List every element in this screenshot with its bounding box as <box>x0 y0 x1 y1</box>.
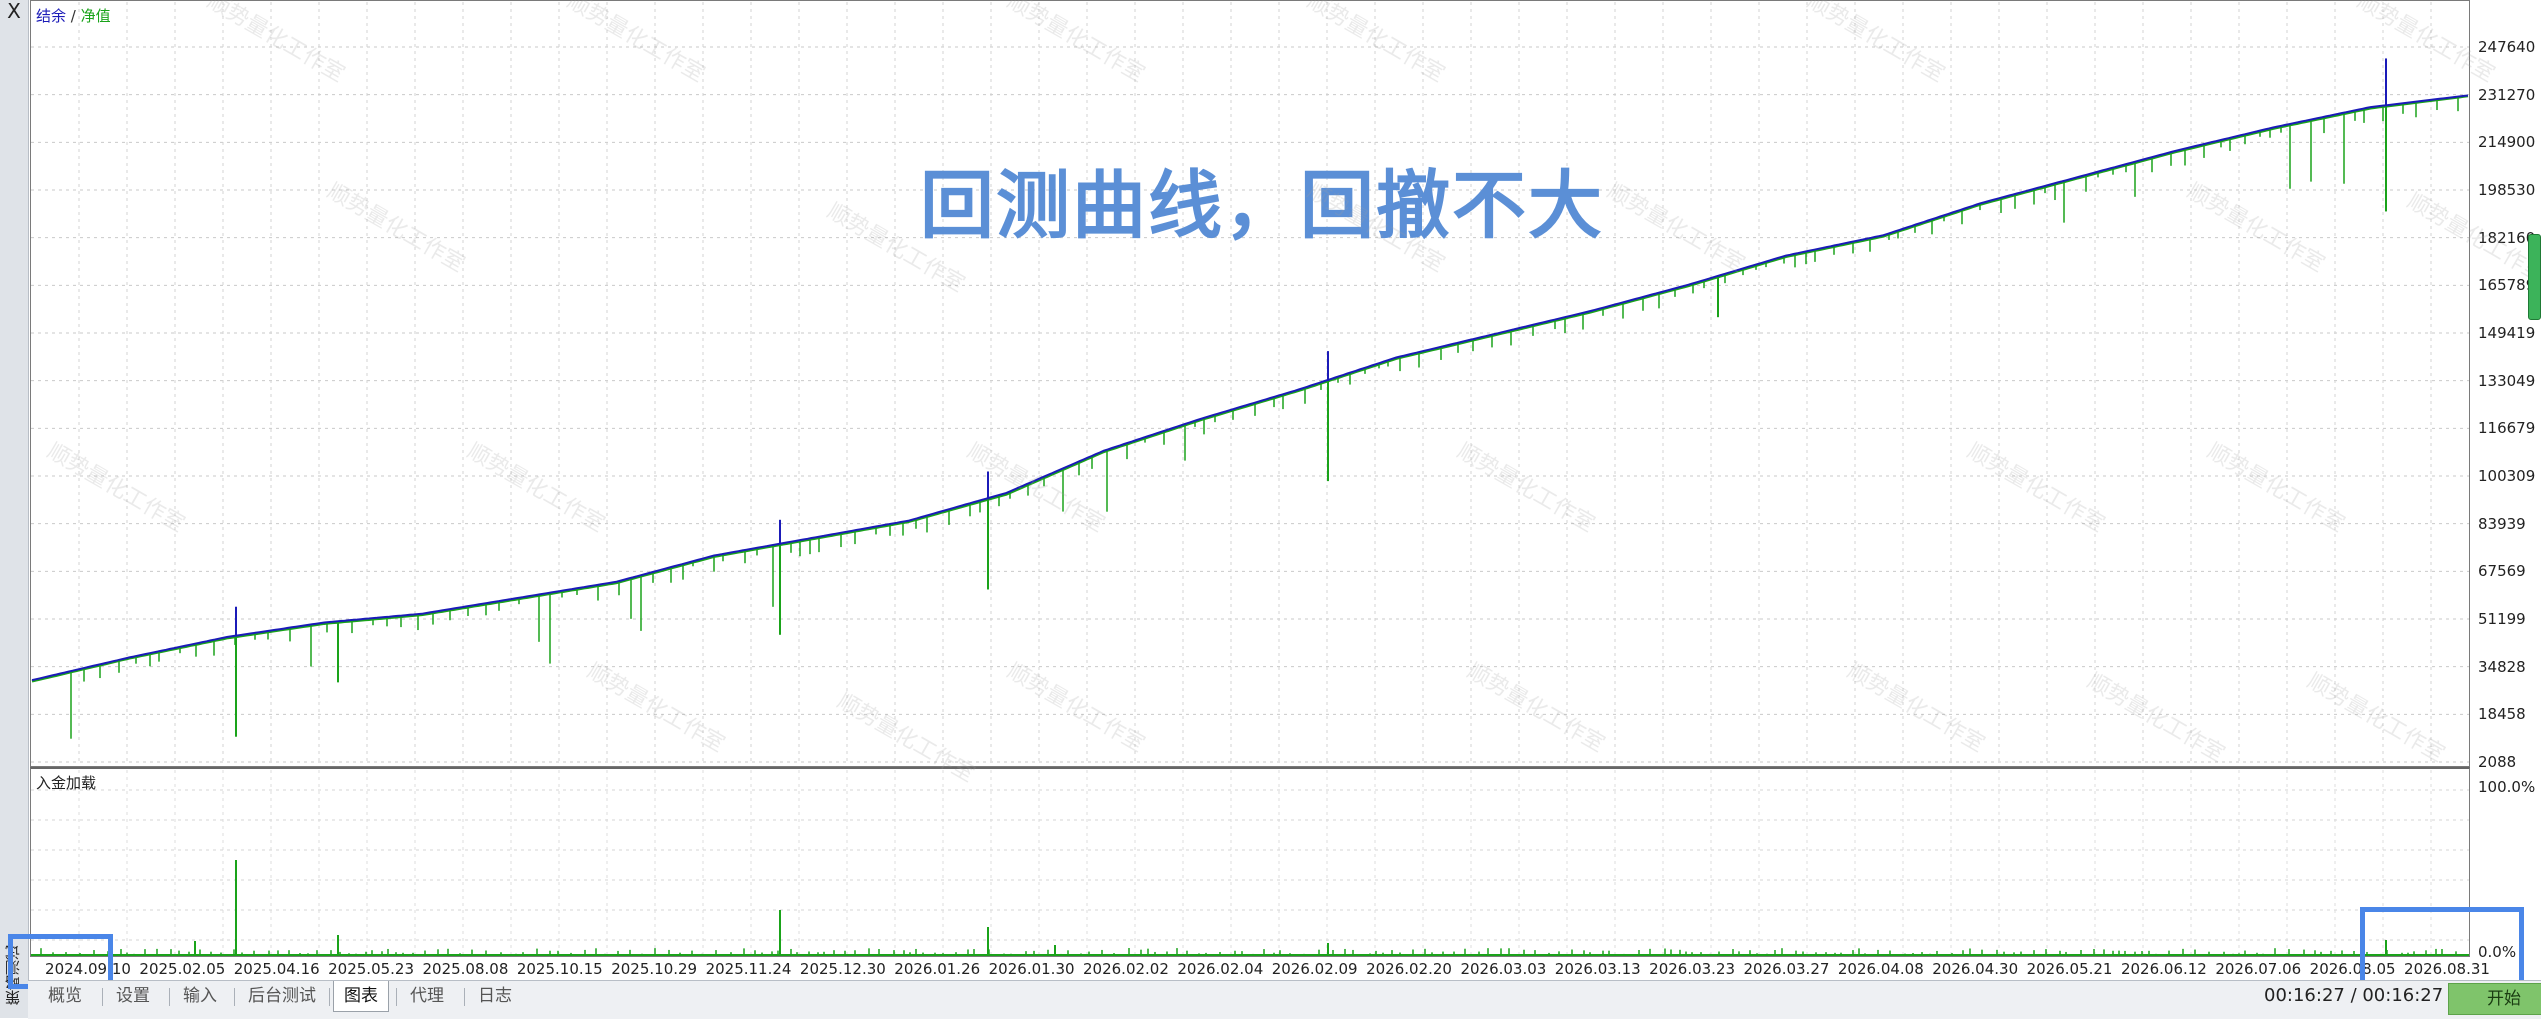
legend-separator: / <box>70 7 76 25</box>
tab-6[interactable]: 日志 <box>468 981 522 1011</box>
y-tick-label: 133049 <box>2478 371 2536 390</box>
sub-y-tick-label: 100.0% <box>2478 778 2536 796</box>
y-tick-label: 149419 <box>2478 324 2536 342</box>
legend-balance: 结余 <box>36 7 67 25</box>
tab-5[interactable]: 代理 <box>400 981 454 1011</box>
vertical-scrollbar-thumb[interactable] <box>2528 234 2541 320</box>
tab-divider <box>464 988 465 1006</box>
start-button[interactable]: 开始 <box>2448 983 2541 1015</box>
elapsed-timer: 00:16:27 / 00:16:27 <box>2264 985 2444 1006</box>
tab-4[interactable]: 图表 <box>333 981 389 1012</box>
sub-chart-title: 入金加载 <box>36 774 97 792</box>
y-tick-label: 34828 <box>2478 657 2526 676</box>
y-tick-label: 198530 <box>2478 181 2536 199</box>
tab-divider <box>234 988 235 1006</box>
legend-equity: 净值 <box>80 7 111 25</box>
tab-divider <box>169 988 170 1006</box>
tab-0[interactable]: 概览 <box>38 981 92 1011</box>
tab-divider <box>396 988 397 1006</box>
chart-legend: 结余 / 净值 <box>36 5 111 26</box>
tab-divider <box>102 988 103 1006</box>
y-tick-label: 247640 <box>2478 38 2536 56</box>
y-tick-label: 51199 <box>2478 610 2526 628</box>
tab-1[interactable]: 设置 <box>106 981 160 1011</box>
y-tick-label: 2088 <box>2478 753 2517 771</box>
tab-2[interactable]: 输入 <box>173 981 227 1011</box>
y-tick-label: 231270 <box>2478 85 2536 104</box>
tester-tab-bar: 概览 设置 输入 后台测试 图表 代理 日志 00:16:27 / 00:16:27 开始 <box>28 980 2541 1019</box>
y-tick-label: 18458 <box>2478 705 2526 724</box>
tab-3[interactable]: 后台测试 <box>238 981 326 1011</box>
overlay-annotation: 回测曲线，回撤不大 <box>920 163 1604 249</box>
tab-divider <box>329 988 330 1006</box>
y-tick-label: 116679 <box>2478 419 2536 438</box>
y-tick-label: 67569 <box>2478 562 2526 581</box>
y-tick-label: 100309 <box>2478 467 2536 485</box>
y-tick-label: 214900 <box>2478 133 2536 152</box>
y-tick-label: 83939 <box>2478 514 2526 533</box>
